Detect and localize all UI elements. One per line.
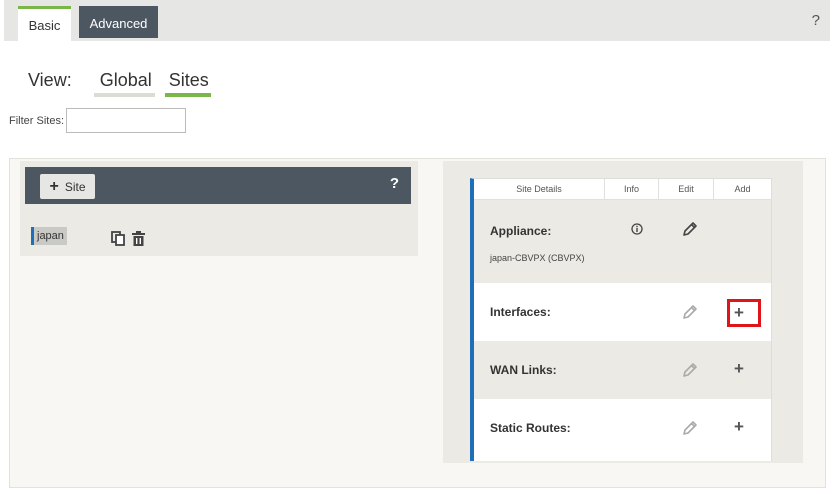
plus-icon[interactable]: +	[734, 360, 744, 377]
header-site-details: Site Details	[474, 179, 605, 199]
filter-row: Filter Sites:	[9, 108, 187, 133]
row-wan-links: WAN Links: +	[474, 341, 771, 399]
pencil-icon[interactable]	[682, 362, 698, 381]
highlight-box	[727, 299, 761, 327]
row-static-routes: Static Routes: +	[474, 399, 771, 457]
plus-icon[interactable]: +	[734, 418, 744, 435]
plus-icon[interactable]: +	[734, 304, 744, 321]
add-site-label: Site	[64, 179, 86, 194]
plus-icon: +	[49, 177, 59, 195]
site-item-japan[interactable]: japan	[31, 227, 67, 245]
pencil-icon[interactable]	[682, 304, 698, 323]
view-sites-link[interactable]: Sites	[164, 70, 211, 97]
static-routes-label: Static Routes:	[490, 421, 571, 435]
site-details-card: Site Details Info Edit Add Appliance: ja…	[470, 178, 772, 461]
appliance-value: japan-CBVPX (CBVPX)	[490, 253, 585, 263]
header-info: Info	[605, 179, 659, 199]
row-interfaces: Interfaces: +	[474, 283, 771, 341]
details-table-header: Site Details Info Edit Add	[474, 179, 771, 200]
site-details-panel: Site Details Info Edit Add Appliance: ja…	[443, 161, 803, 463]
view-selector: View: Global Sites	[28, 70, 221, 97]
sites-list-panel: + Site ? japan	[20, 161, 418, 256]
tab-basic[interactable]: Basic	[18, 6, 71, 41]
copy-icon[interactable]	[111, 231, 125, 249]
help-icon[interactable]: ?	[812, 12, 820, 29]
main-panel: + Site ? japan Site Details Info Edit Ad…	[9, 158, 826, 488]
header-edit: Edit	[659, 179, 714, 199]
interfaces-label: Interfaces:	[490, 305, 551, 319]
pencil-icon[interactable]	[682, 420, 698, 439]
sites-list-header: + Site ?	[25, 167, 411, 204]
tab-advanced[interactable]: Advanced	[79, 6, 158, 38]
filter-sites-label: Filter Sites:	[9, 114, 65, 127]
pencil-icon[interactable]	[682, 221, 698, 240]
top-tab-bar: Basic Advanced ?	[4, 0, 830, 41]
add-site-button[interactable]: + Site	[40, 174, 95, 199]
info-icon[interactable]	[631, 223, 643, 238]
header-add: Add	[734, 184, 751, 194]
wan-links-label: WAN Links:	[490, 363, 557, 377]
view-global-link[interactable]: Global	[93, 70, 155, 97]
trash-icon[interactable]	[132, 231, 145, 249]
appliance-label: Appliance:	[490, 224, 552, 238]
view-label: View:	[28, 70, 72, 90]
help-icon[interactable]: ?	[390, 175, 399, 192]
filter-sites-input[interactable]	[66, 108, 187, 133]
row-appliance: Appliance: japan-CBVPX (CBVPX)	[474, 200, 771, 283]
